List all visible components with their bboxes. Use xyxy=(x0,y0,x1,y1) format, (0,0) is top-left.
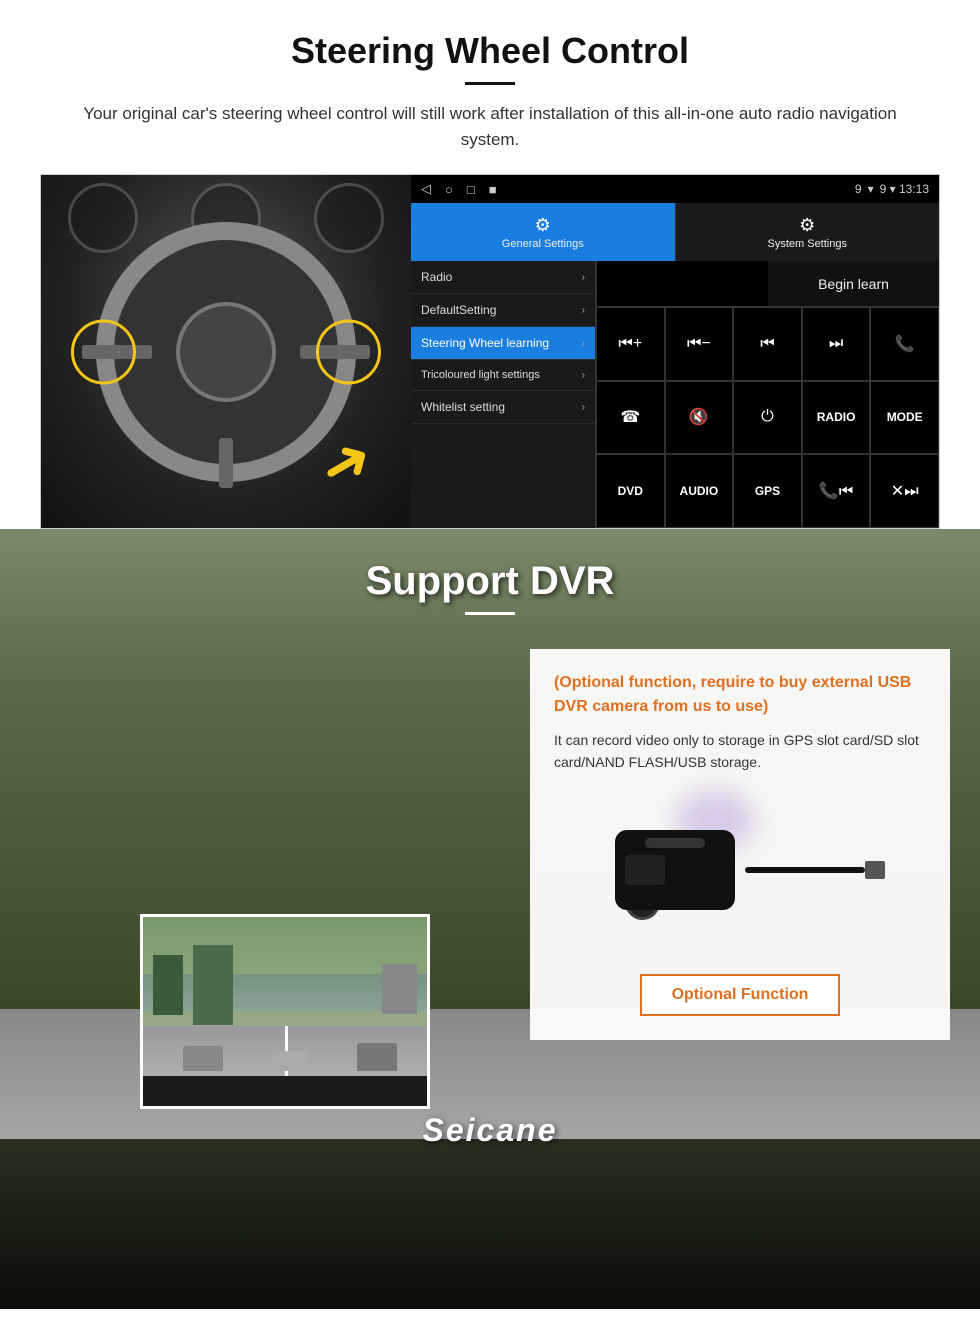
chevron-icon: › xyxy=(582,272,585,283)
screenshot-dashboard xyxy=(143,1076,427,1106)
menu-item-steering-label: Steering Wheel learning xyxy=(421,336,549,350)
skip-next-icon: ✕⏭ xyxy=(891,481,919,501)
power-icon: ⏻ xyxy=(761,408,774,426)
settings-tabs: ⚙ General Settings ⚙ System Settings xyxy=(411,203,939,261)
recent-icon: □ xyxy=(467,182,475,197)
dvr-info-box: (Optional function, require to buy exter… xyxy=(530,649,950,1040)
camera-body xyxy=(615,830,735,910)
controls-area: Begin learn ⏮+ ⏮− ⏮ xyxy=(596,261,939,528)
control-buttons-grid: ⏮+ ⏮− ⏮ ⏭ 📞 xyxy=(596,307,939,528)
section-steering-wheel: Steering Wheel Control Your original car… xyxy=(0,0,980,529)
back-icon: ◁ xyxy=(421,181,431,197)
menu-item-default-setting[interactable]: DefaultSetting › xyxy=(411,294,595,327)
ctrl-btn-next[interactable]: ⏭ xyxy=(802,307,871,381)
gps-label: GPS xyxy=(755,484,780,498)
dvr-car-bottom xyxy=(0,1139,980,1309)
menu-item-steering-wheel[interactable]: Steering Wheel learning › xyxy=(411,327,595,360)
ctrl-btn-mute[interactable]: 🔇 xyxy=(665,381,734,455)
ctrl-btn-audio[interactable]: AUDIO xyxy=(665,454,734,528)
ctrl-btn-gps[interactable]: GPS xyxy=(733,454,802,528)
dvr-description: It can record video only to storage in G… xyxy=(554,729,926,774)
dvr-screenshot-thumbnail xyxy=(140,914,430,1109)
tab-general-label: General Settings xyxy=(502,238,584,250)
begin-learn-button[interactable]: Begin learn xyxy=(768,261,939,307)
call-prev-icon: 📞⏮ xyxy=(819,481,853,501)
signal-icon: 9 xyxy=(855,182,862,196)
chevron-icon: › xyxy=(582,402,585,413)
ctrl-btn-hangup[interactable]: ☎ xyxy=(596,381,665,455)
status-bar: 9 ▾ 9 ▾ 13:13 xyxy=(855,182,929,196)
menu-item-radio-label: Radio xyxy=(421,270,452,284)
prev-icon: ⏮ xyxy=(760,335,774,353)
dvr-title-divider xyxy=(465,612,515,615)
clock: 9 ▾ 13:13 xyxy=(880,182,929,196)
call-icon: 📞 xyxy=(895,334,915,354)
optional-function-button[interactable]: Optional Function xyxy=(640,974,841,1016)
dvr-optional-text: (Optional function, require to buy exter… xyxy=(554,671,926,719)
next-icon: ⏭ xyxy=(829,335,843,353)
ctrl-btn-call[interactable]: 📞 xyxy=(870,307,939,381)
home-icon: ○ xyxy=(445,182,453,197)
menu-item-tricolour-label: Tricoloured light settings xyxy=(421,369,540,381)
audio-label: AUDIO xyxy=(680,484,719,498)
android-nav-icons: ◁ ○ □ ■ xyxy=(421,181,497,197)
vol-up-icon: ⏮+ xyxy=(618,335,642,353)
chevron-icon: › xyxy=(582,305,585,316)
left-control-highlight xyxy=(71,319,136,384)
mode-label: MODE xyxy=(887,410,923,424)
menu-controls-area: Radio › DefaultSetting › Steering Wheel … xyxy=(411,261,939,528)
ctrl-btn-mode[interactable]: MODE xyxy=(870,381,939,455)
chevron-icon: › xyxy=(582,370,585,381)
seicane-logo: Seicane xyxy=(0,1112,980,1149)
ctrl-btn-prev[interactable]: ⏮ xyxy=(733,307,802,381)
ctrl-btn-skip-next[interactable]: ✕⏭ xyxy=(870,454,939,528)
ctrl-btn-dvd[interactable]: DVD xyxy=(596,454,665,528)
ctrl-btn-vol-down[interactable]: ⏮− xyxy=(665,307,734,381)
android-ui: ◁ ○ □ ■ 9 ▾ 9 ▾ 13:13 ⚙ General Settings xyxy=(411,175,939,528)
chevron-icon: › xyxy=(582,338,585,349)
section-subtitle: Your original car's steering wheel contr… xyxy=(80,101,900,152)
ctrl-btn-call-prev[interactable]: 📞⏮ xyxy=(802,454,871,528)
gear-icon: ⚙ xyxy=(535,215,551,236)
empty-box xyxy=(596,261,768,307)
menu-item-whitelist[interactable]: Whitelist setting › xyxy=(411,391,595,424)
system-icon: ⚙ xyxy=(799,215,815,236)
menu-item-tricolour[interactable]: Tricoloured light settings › xyxy=(411,360,595,391)
radio-label: RADIO xyxy=(817,410,856,424)
hangup-icon: ☎ xyxy=(620,407,640,427)
wifi-icon: ▾ xyxy=(868,182,874,196)
page-title: Steering Wheel Control xyxy=(40,30,940,72)
dvr-title: Support DVR xyxy=(0,559,980,604)
steering-wheel-photo: ➜ xyxy=(41,175,411,528)
ctrl-btn-vol-up[interactable]: ⏮+ xyxy=(596,307,665,381)
seicane-brand-text: Seicane xyxy=(423,1112,558,1148)
swc-panel: ➜ ◁ ○ □ ■ 9 ▾ 9 ▾ 13:13 xyxy=(40,174,940,529)
ctrl-btn-radio[interactable]: RADIO xyxy=(802,381,871,455)
menu-item-whitelist-label: Whitelist setting xyxy=(421,400,505,414)
title-divider xyxy=(465,82,515,85)
mute-icon: 🔇 xyxy=(689,407,709,427)
begin-learn-row: Begin learn xyxy=(596,261,939,307)
dvr-content-overlay: Support DVR xyxy=(0,529,980,615)
right-control-highlight xyxy=(316,319,381,384)
dvr-camera-image xyxy=(554,790,926,950)
tab-system-settings[interactable]: ⚙ System Settings xyxy=(675,203,940,261)
menu-item-default-label: DefaultSetting xyxy=(421,303,496,317)
section-dvr: Support DVR (Optional function, require … xyxy=(0,529,980,1309)
settings-menu-list: Radio › DefaultSetting › Steering Wheel … xyxy=(411,261,596,528)
vol-down-icon: ⏮− xyxy=(687,335,711,353)
dvd-label: DVD xyxy=(618,484,643,498)
tab-general-settings[interactable]: ⚙ General Settings xyxy=(411,203,675,261)
ctrl-btn-power[interactable]: ⏻ xyxy=(733,381,802,455)
menu-icon: ■ xyxy=(489,182,497,197)
tab-system-label: System Settings xyxy=(768,238,847,250)
android-nav-bar: ◁ ○ □ ■ 9 ▾ 9 ▾ 13:13 xyxy=(411,175,939,203)
menu-item-radio[interactable]: Radio › xyxy=(411,261,595,294)
